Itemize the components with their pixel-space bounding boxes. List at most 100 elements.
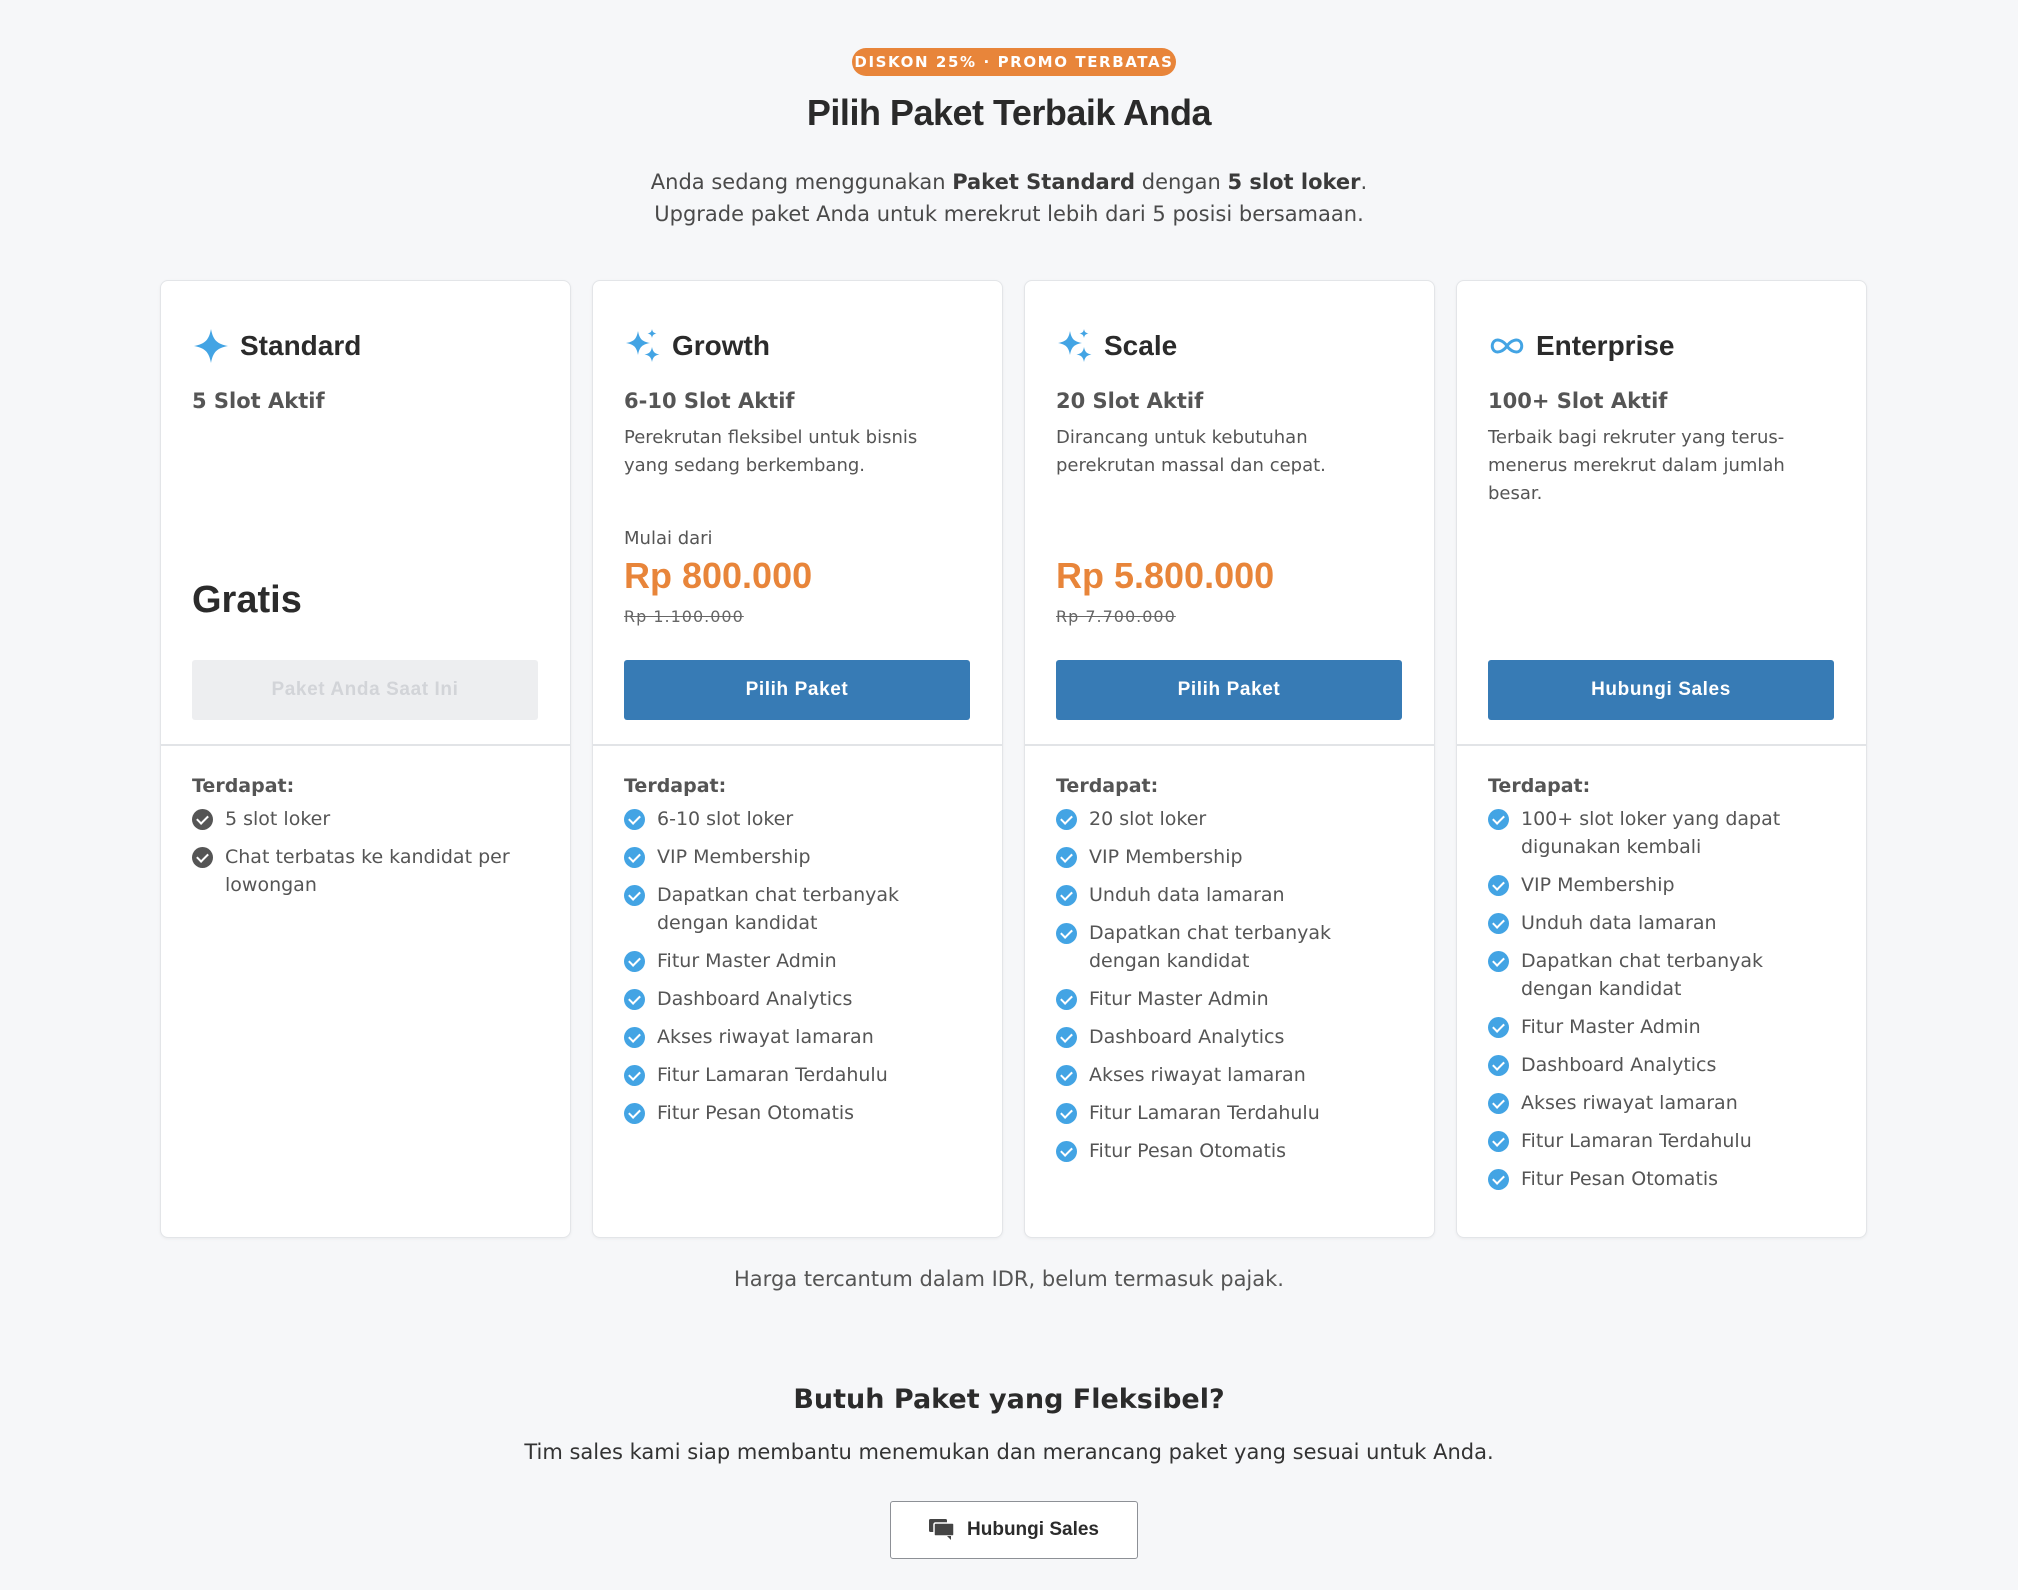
subtitle-line-1: Anda sedang menggunakan Paket Standard d… (650, 170, 1368, 194)
feature-item: Akses riwayat lamaran (1488, 1089, 1838, 1117)
check-icon (624, 951, 645, 972)
current-plan-button: Paket Anda Saat Ini (192, 660, 538, 720)
feature-item: Dapatkan chat terbanyak dengan kandidat (1056, 919, 1406, 975)
plan-description: Dirancang untuk kebutuhan perekrutan mas… (1056, 427, 1326, 476)
feature-item: 100+ slot loker yang dapat digunakan kem… (1488, 805, 1838, 861)
check-icon (1056, 1103, 1077, 1124)
check-icon (192, 847, 213, 868)
plan-card-header: Enterprise 100+ Slot Aktif Terbaik bagi … (1457, 281, 1866, 746)
feature-list: Terdapat: 5 slot loker Chat terbatas ke … (192, 775, 542, 909)
plan-name: Growth (672, 330, 770, 361)
plan-title: Growth (624, 327, 770, 365)
feature-item: 6-10 slot loker (624, 805, 974, 833)
flexible-plan-description: Tim sales kami siap membantu menemukan d… (524, 1440, 1494, 1464)
original-price: Rp 7.700.000 (1056, 607, 1176, 626)
check-icon (1488, 809, 1509, 830)
check-icon (624, 989, 645, 1010)
feature-item: Fitur Master Admin (624, 947, 974, 975)
check-icon (1488, 1093, 1509, 1114)
plan-card-enterprise: Enterprise 100+ Slot Aktif Terbaik bagi … (1456, 280, 1867, 1238)
price-prefix: Mulai dari (624, 528, 713, 549)
plan-card-header: Scale 20 Slot Aktif Dirancang untuk kebu… (1025, 281, 1434, 746)
sparkles-icon (626, 329, 660, 362)
plan-name: Standard (240, 330, 362, 361)
check-icon (1056, 885, 1077, 906)
slot-label: 6-10 Slot Aktif (624, 389, 795, 413)
slot-label: 100+ Slot Aktif (1488, 389, 1668, 413)
contact-sales-button[interactable]: Hubungi Sales (1488, 660, 1834, 720)
promo-badge: DISKON 25% · PROMO TERBATAS (852, 48, 1176, 76)
plan-name: Scale (1104, 330, 1178, 361)
feature-item: VIP Membership (1056, 843, 1406, 871)
plan-title: Scale (1056, 327, 1177, 365)
plan-cards: Standard 5 Slot Aktif Gratis Paket Anda … (160, 280, 1868, 1238)
plan-card-header: Growth 6-10 Slot Aktif Perekrutan fleksi… (593, 281, 1002, 746)
plan-card-scale: Scale 20 Slot Aktif Dirancang untuk kebu… (1024, 280, 1435, 1238)
feature-item: 5 slot loker (192, 805, 542, 833)
plan-price: Gratis (192, 579, 302, 621)
price-footnote: Harga tercantum dalam IDR, belum termasu… (734, 1267, 1284, 1291)
plan-title: Standard (192, 327, 361, 365)
check-icon (1488, 1169, 1509, 1190)
feature-item: Dashboard Analytics (1488, 1051, 1838, 1079)
feature-list: Terdapat: 6-10 slot loker VIP Membership… (624, 775, 974, 1137)
sparkle-icon (194, 329, 228, 363)
feature-item: VIP Membership (1488, 871, 1838, 899)
chat-icon (929, 1519, 955, 1540)
plan-price: Rp 5.800.000 (1056, 555, 1275, 596)
features-label: Terdapat: (1056, 775, 1159, 797)
check-icon (624, 885, 645, 906)
feature-item: Dashboard Analytics (1056, 1023, 1406, 1051)
check-icon (1488, 913, 1509, 934)
check-icon (1056, 923, 1077, 944)
feature-item: Fitur Pesan Otomatis (1488, 1165, 1838, 1193)
flexible-plan-title: Butuh Paket yang Fleksibel? (793, 1384, 1225, 1415)
check-icon (1488, 875, 1509, 896)
check-icon (1056, 847, 1077, 868)
check-icon (1056, 989, 1077, 1010)
feature-item: Dapatkan chat terbanyak dengan kandidat (624, 881, 974, 937)
features-label: Terdapat: (1488, 775, 1591, 797)
feature-item: Fitur Lamaran Terdahulu (1056, 1099, 1406, 1127)
plan-card-standard: Standard 5 Slot Aktif Gratis Paket Anda … (160, 280, 571, 1238)
plan-name: Enterprise (1536, 330, 1675, 361)
slot-label: 20 Slot Aktif (1056, 389, 1204, 413)
check-icon (1488, 1017, 1509, 1038)
check-icon (1488, 1131, 1509, 1152)
check-icon (192, 809, 213, 830)
sparkles-icon (1058, 329, 1092, 362)
check-icon (1056, 809, 1077, 830)
check-icon (624, 1103, 645, 1124)
select-plan-button[interactable]: Pilih Paket (1056, 660, 1402, 720)
feature-item: 20 slot loker (1056, 805, 1406, 833)
feature-item: VIP Membership (624, 843, 974, 871)
page-subtitle: Anda sedang menggunakan Paket Standard d… (0, 166, 2018, 230)
feature-item: Akses riwayat lamaran (624, 1023, 974, 1051)
feature-item: Fitur Master Admin (1056, 985, 1406, 1013)
check-icon (624, 847, 645, 868)
check-icon (1056, 1027, 1077, 1048)
current-plan: Paket Standard (952, 170, 1136, 194)
check-icon (624, 1065, 645, 1086)
infinity-icon (1490, 338, 1524, 354)
contact-sales-button-bottom[interactable]: Hubungi Sales (890, 1501, 1138, 1559)
check-icon (1056, 1141, 1077, 1162)
feature-item: Unduh data lamaran (1056, 881, 1406, 909)
feature-item: Fitur Lamaran Terdahulu (624, 1061, 974, 1089)
plan-card-header: Standard 5 Slot Aktif Gratis Paket Anda … (161, 281, 570, 746)
plan-description: Perekrutan fleksibel untuk bisnis yang s… (624, 427, 918, 476)
feature-item: Chat terbatas ke kandidat per lowongan (192, 843, 542, 899)
plan-description: Terbaik bagi rekruter yang terus-menerus… (1488, 427, 1785, 504)
plan-price: Rp 800.000 (624, 555, 813, 596)
slot-label: 5 Slot Aktif (192, 389, 325, 413)
check-icon (1056, 1065, 1077, 1086)
select-plan-button[interactable]: Pilih Paket (624, 660, 970, 720)
plan-title: Enterprise (1488, 327, 1675, 365)
current-slots: 5 slot loker (1227, 170, 1361, 194)
plan-card-growth: Growth 6-10 Slot Aktif Perekrutan fleksi… (592, 280, 1003, 1238)
feature-item: Unduh data lamaran (1488, 909, 1838, 937)
feature-item: Fitur Pesan Otomatis (624, 1099, 974, 1127)
feature-item: Dashboard Analytics (624, 985, 974, 1013)
feature-item: Dapatkan chat terbanyak dengan kandidat (1488, 947, 1838, 1003)
feature-item: Fitur Master Admin (1488, 1013, 1838, 1041)
